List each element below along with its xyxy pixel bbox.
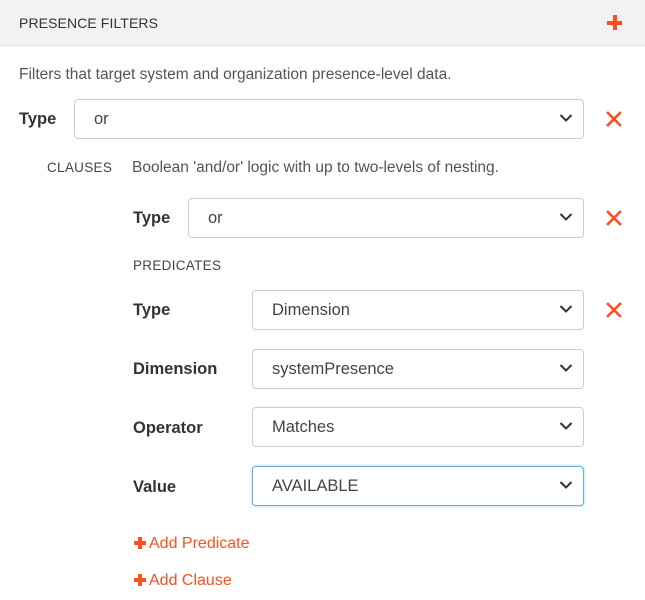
chevron-down-icon [559, 422, 573, 430]
remove-predicate-close-icon[interactable] [606, 302, 622, 318]
chevron-down-icon [559, 364, 573, 372]
section-title: PRESENCE FILTERS [19, 15, 159, 31]
operator-value: Matches [272, 418, 335, 436]
clauses-label: CLAUSES [47, 160, 113, 175]
dimension-label: Dimension [133, 360, 218, 378]
filter-type-select[interactable]: or [74, 99, 584, 139]
clauses-description: Boolean 'and/or' logic with up to two-le… [132, 159, 499, 176]
presence-filters-header: PRESENCE FILTERS [0, 0, 645, 46]
predicates-label: PREDICATES [133, 258, 222, 273]
clause-type-value: or [208, 209, 223, 227]
dimension-select[interactable]: systemPresence [252, 349, 584, 389]
add-clause-label: Add Clause [149, 572, 232, 589]
add-predicate-link[interactable]: Add Predicate [134, 535, 250, 553]
dimension-value: systemPresence [272, 360, 394, 378]
plus-icon [134, 574, 146, 586]
add-clause-link[interactable]: Add Clause [134, 572, 232, 590]
filter-type-value: or [94, 110, 109, 128]
plus-icon [134, 537, 146, 549]
filters-description: Filters that target system and organizat… [19, 66, 452, 83]
chevron-down-icon [559, 305, 573, 313]
value-label: Value [133, 478, 177, 496]
value-select[interactable]: AVAILABLE [252, 466, 584, 506]
add-filter-plus-icon[interactable] [607, 15, 622, 30]
chevron-down-icon [559, 481, 573, 489]
operator-label: Operator [133, 419, 203, 437]
remove-clause-close-icon[interactable] [606, 210, 622, 226]
operator-select[interactable]: Matches [252, 407, 584, 447]
remove-filter-close-icon[interactable] [606, 111, 622, 127]
add-predicate-label: Add Predicate [149, 535, 250, 552]
filter-type-label: Type [19, 110, 57, 128]
predicate-type-label: Type [133, 301, 171, 319]
clause-type-select[interactable]: or [188, 198, 584, 238]
value-value: AVAILABLE [272, 477, 359, 495]
chevron-down-icon [559, 114, 573, 122]
clause-type-label: Type [133, 209, 171, 227]
predicate-type-value: Dimension [272, 301, 350, 319]
predicate-type-select[interactable]: Dimension [252, 290, 584, 330]
chevron-down-icon [559, 213, 573, 221]
